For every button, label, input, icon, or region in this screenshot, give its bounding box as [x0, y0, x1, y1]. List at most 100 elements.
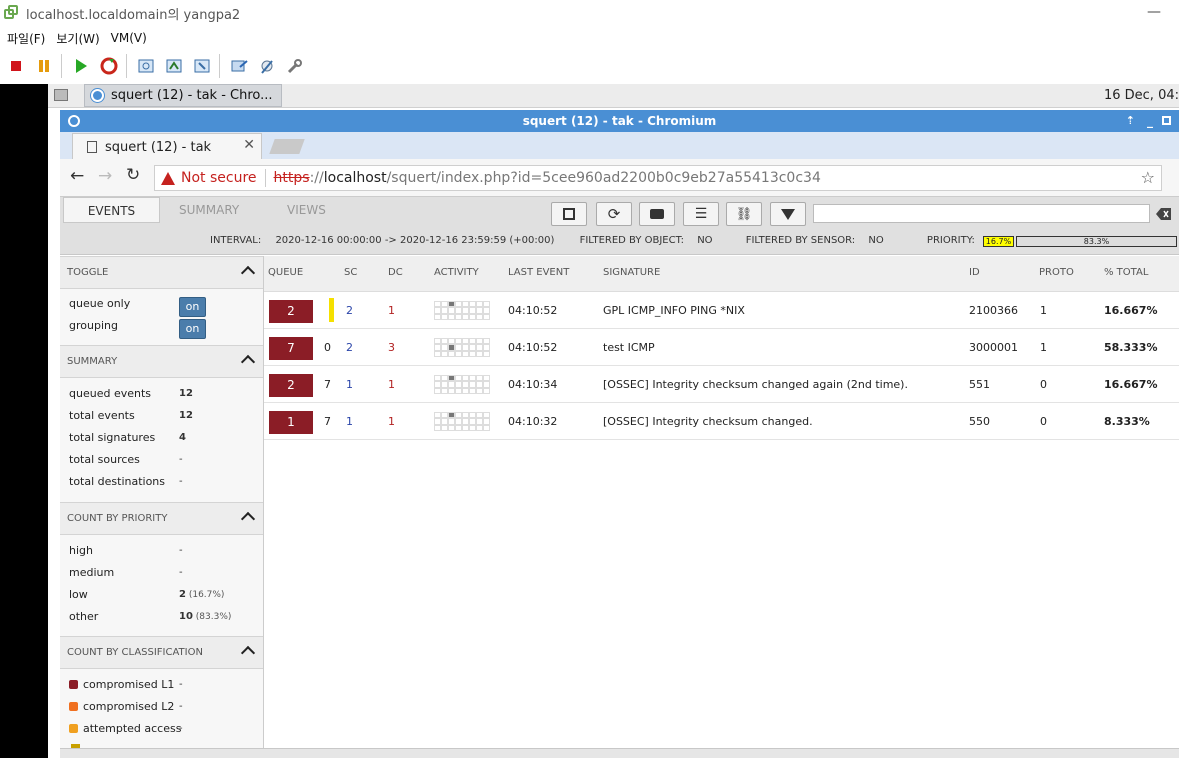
priority-segment[interactable]: 16.7%	[983, 236, 1014, 247]
tree-button[interactable]: ⛓	[726, 202, 762, 226]
source-count[interactable]: 2	[346, 304, 353, 317]
filter-button[interactable]	[770, 202, 806, 226]
col-proto[interactable]: PROTO	[1039, 267, 1074, 278]
table-row[interactable]: 2 2 1 04:10:52 GPL ICMP_INFO PING *NIX 210036…	[264, 293, 1179, 329]
snapshot-restore-icon[interactable]	[162, 54, 186, 78]
refresh-icon: ⟳	[607, 205, 621, 223]
grouping-toggle[interactable]: on	[179, 319, 206, 339]
refresh-button[interactable]: ⟳	[596, 202, 632, 226]
list-button[interactable]: ☰	[683, 202, 719, 226]
destination-count[interactable]: 3	[388, 341, 395, 354]
col-queue[interactable]: QUEUE	[268, 267, 303, 278]
expand-button[interactable]	[551, 202, 587, 226]
destination-count[interactable]: 1	[388, 378, 395, 391]
tab-events[interactable]: EVENTS	[63, 197, 160, 223]
section-header-priority[interactable]: COUNT BY PRIORITY	[60, 502, 263, 535]
browser-tab[interactable]: squert (12) - tak ✕	[72, 133, 262, 160]
activity-cell	[434, 387, 441, 394]
bookmark-star-icon[interactable]: ☆	[1141, 168, 1155, 187]
send-ctrl-alt-del-icon[interactable]	[227, 54, 251, 78]
window-minimize-icon[interactable]: _	[1147, 110, 1153, 132]
reload-icon[interactable]: ↻	[126, 165, 140, 185]
row-value-text: 12	[179, 410, 193, 421]
snapshot-manager-icon[interactable]	[190, 54, 214, 78]
table-row[interactable]: 1 7 1 1 04:10:32 [OSSEC] Integrity checksum c…	[264, 404, 1179, 440]
vm-window-titlebar: localhost.localdomain의 yangpa2 —	[0, 0, 1179, 26]
queue-only-toggle[interactable]: on	[179, 297, 206, 317]
signature-text[interactable]: test ICMP	[603, 341, 655, 354]
collapse-icon[interactable]	[240, 511, 256, 527]
window-maximize-icon[interactable]	[1162, 116, 1171, 125]
sidebar-row-value: -	[179, 476, 183, 487]
menu-vm[interactable]: VM(V)	[111, 31, 147, 45]
show-desktop-icon[interactable]	[54, 89, 68, 101]
new-tab-button[interactable]	[269, 139, 305, 154]
table-row[interactable]: 7 0 2 3 04:10:52 test ICMP 3000001 1 58.333%	[264, 330, 1179, 366]
section-header-toggle[interactable]: TOGGLE	[60, 256, 263, 289]
activity-cell	[455, 313, 462, 320]
source-count[interactable]: 1	[346, 378, 353, 391]
stop-icon[interactable]	[4, 54, 28, 78]
destination-count[interactable]: 1	[388, 415, 395, 428]
signature-text[interactable]: [OSSEC] Integrity checksum changed.	[603, 415, 813, 428]
row-value-text: 4	[179, 432, 186, 443]
snapshot-icon[interactable]	[134, 54, 158, 78]
col-id[interactable]: ID	[969, 267, 980, 278]
pause-icon[interactable]	[32, 54, 56, 78]
tab-views[interactable]: VIEWS	[287, 197, 326, 223]
signature-text[interactable]: [OSSEC] Integrity checksum changed again…	[603, 378, 908, 391]
url-field[interactable]: Not secure https :// localhost /squert/i…	[154, 165, 1162, 191]
window-up-icon[interactable]: ⇡	[1126, 110, 1135, 132]
collapse-icon[interactable]	[240, 354, 256, 370]
section-header-classification[interactable]: COUNT BY CLASSIFICATION	[60, 636, 263, 669]
forward-icon[interactable]: →	[98, 166, 112, 186]
tab-summary[interactable]: SUMMARY	[179, 197, 239, 223]
taskbar-item-chromium[interactable]: squert (12) - tak - Chro...	[84, 84, 282, 107]
priority-segment[interactable]: 83.3%	[1016, 236, 1177, 247]
toolbar-separator	[61, 54, 62, 78]
signature-text[interactable]: GPL ICMP_INFO PING *NIX	[603, 304, 745, 317]
col-signature[interactable]: SIGNATURE	[603, 267, 660, 278]
col-last-event[interactable]: LAST EVENT	[508, 267, 569, 278]
section-header-summary[interactable]: SUMMARY	[60, 345, 263, 378]
play-icon[interactable]	[69, 54, 93, 78]
menu-file[interactable]: 파일(F)	[7, 30, 45, 47]
col-dc[interactable]: DC	[388, 267, 403, 278]
expand-icon	[563, 208, 575, 220]
minimize-icon[interactable]: —	[1147, 4, 1161, 20]
sidebar-row-value: -	[179, 723, 183, 734]
preferences-icon[interactable]	[283, 54, 307, 78]
collapse-icon[interactable]	[240, 265, 256, 281]
clear-filter-icon[interactable]	[1156, 207, 1172, 221]
source-count[interactable]: 2	[346, 341, 353, 354]
destination-count[interactable]: 1	[388, 304, 395, 317]
source-count[interactable]: 1	[346, 415, 353, 428]
comment-button[interactable]	[639, 202, 675, 226]
queue-count[interactable]: 2	[269, 300, 313, 323]
vm-menubar: 파일(F) 보기(W) VM(V)	[0, 27, 1179, 49]
url-separator: ://	[309, 170, 324, 186]
activity-cell	[434, 424, 441, 431]
percent-total: 16.667%	[1104, 378, 1158, 391]
col-pct-total[interactable]: % TOTAL	[1104, 267, 1148, 278]
activity-cell	[434, 350, 441, 357]
close-tab-icon[interactable]: ✕	[243, 137, 255, 153]
sidebar-row-value: -	[179, 567, 183, 578]
settings-icon[interactable]	[255, 54, 279, 78]
collapse-icon[interactable]	[240, 645, 256, 661]
chromium-icon	[91, 89, 104, 102]
queue-count[interactable]: 1	[269, 411, 313, 434]
queue-count[interactable]: 2	[269, 374, 313, 397]
sidebar-row-label: compromised L2	[69, 700, 174, 713]
row-value-text: 12	[179, 388, 193, 399]
activity-cell	[476, 350, 483, 357]
table-row[interactable]: 2 7 1 1 04:10:34 [OSSEC] Integrity checksum c…	[264, 367, 1179, 403]
menu-view[interactable]: 보기(W)	[56, 30, 99, 47]
queue-count[interactable]: 7	[269, 337, 313, 360]
reset-icon[interactable]	[97, 54, 121, 78]
back-icon[interactable]: ←	[70, 166, 84, 186]
filter-input[interactable]	[813, 204, 1150, 223]
row-value-text: -	[179, 454, 183, 465]
col-activity[interactable]: ACTIVITY	[434, 267, 479, 278]
col-sc[interactable]: SC	[344, 267, 357, 278]
